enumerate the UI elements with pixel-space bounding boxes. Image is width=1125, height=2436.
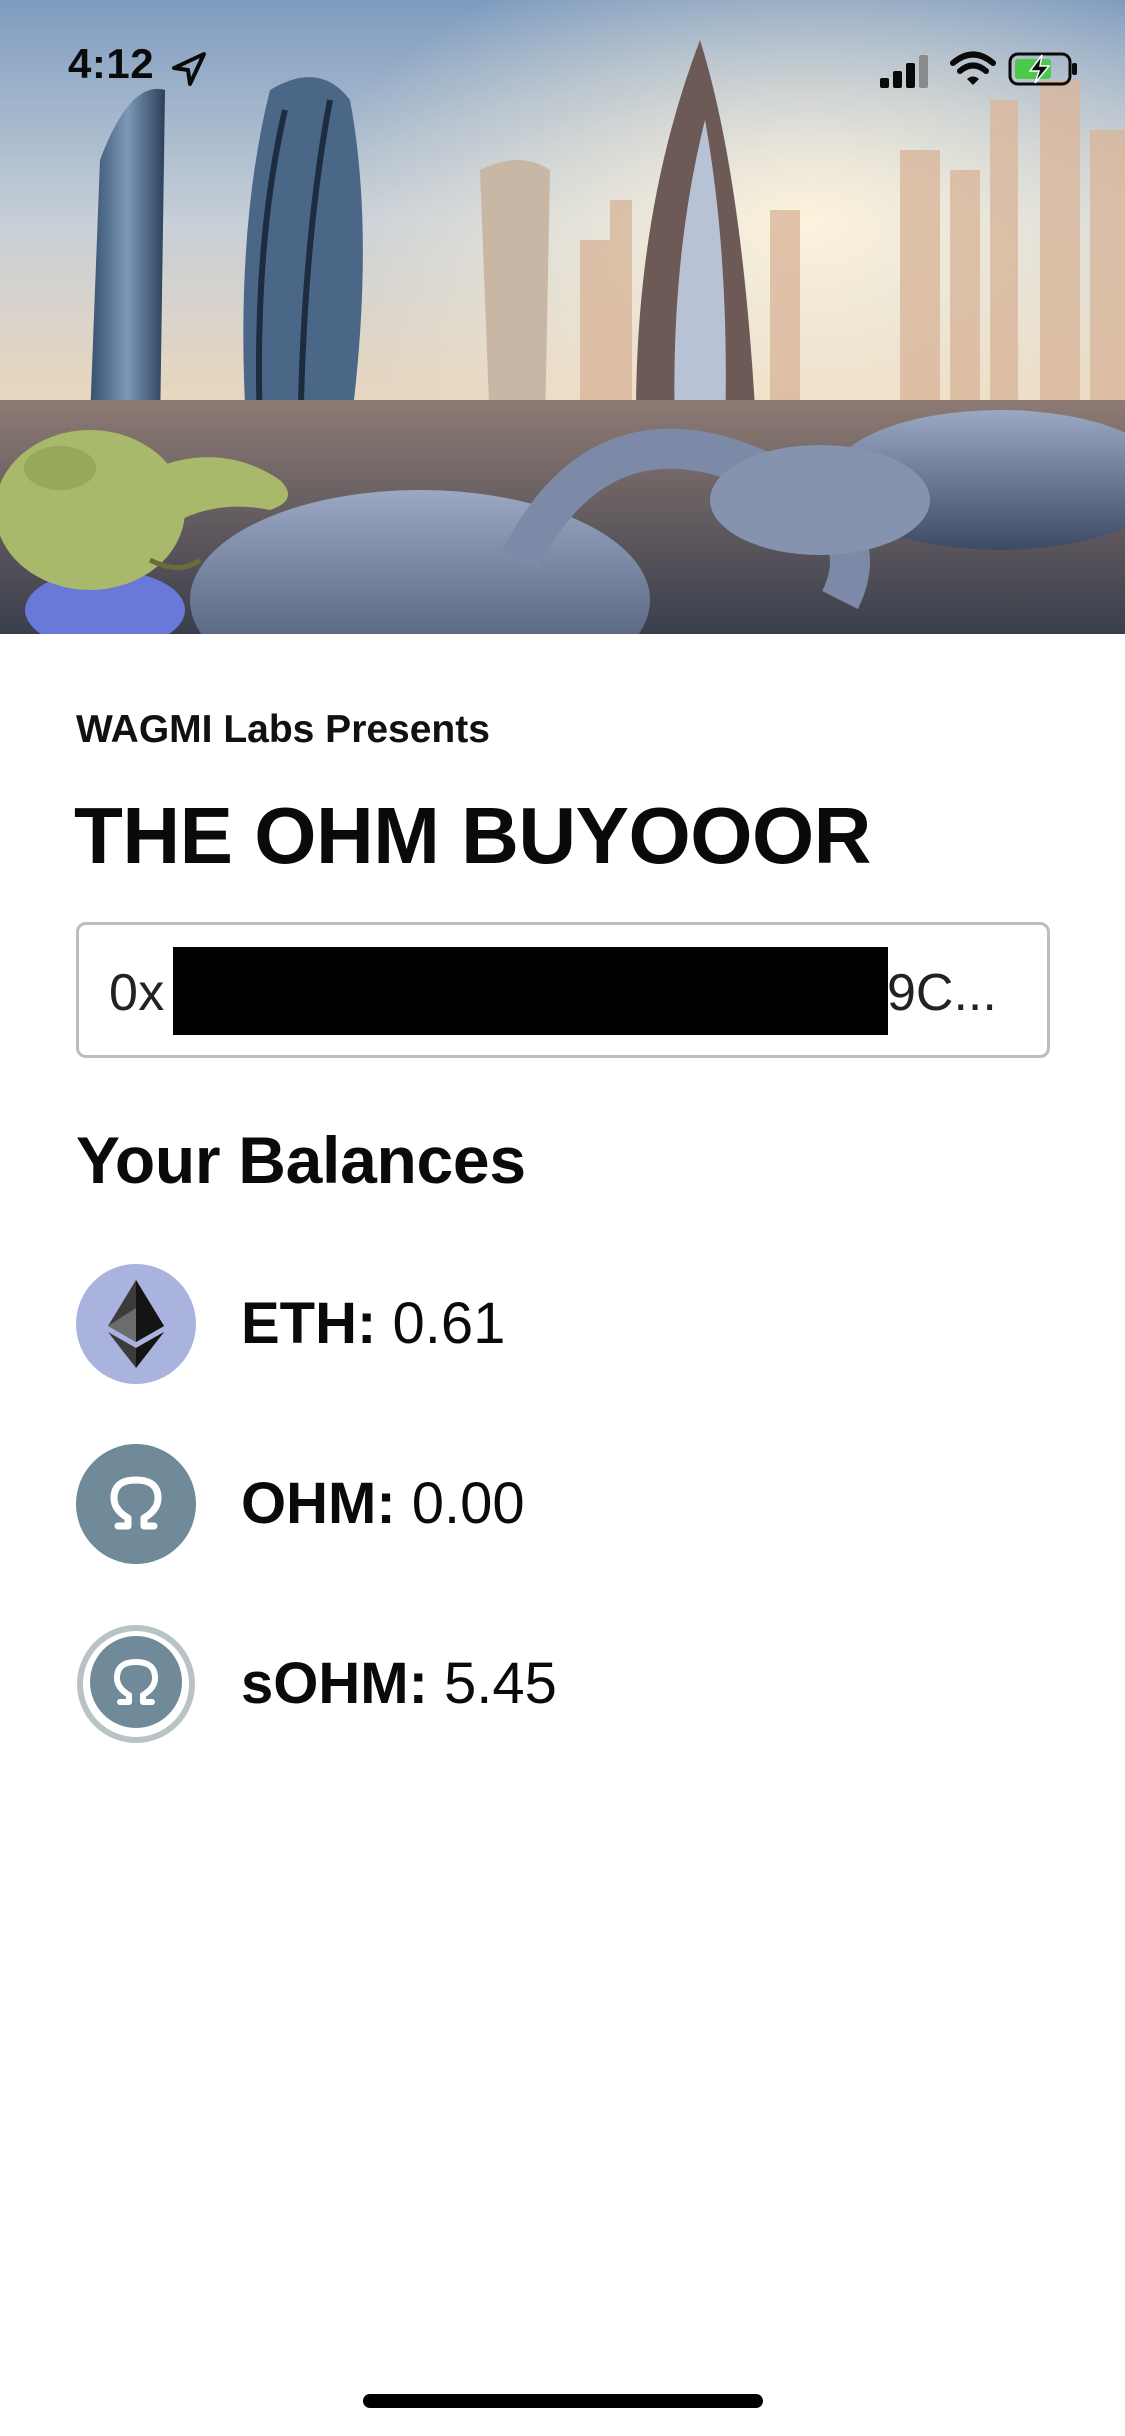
signal-icon — [880, 55, 928, 88]
balance-text: OHM: 0.00 — [241, 1470, 525, 1537]
app-screen: 4:12 WAGMI Labs Presents THE OHM BUYOOOR… — [0, 0, 1125, 2436]
balance-symbol: sOHM: — [241, 1651, 428, 1716]
balance-value: 0.61 — [392, 1291, 506, 1356]
ohm-icon — [76, 1444, 196, 1564]
address-redaction-block — [173, 947, 888, 1035]
balance-symbol: OHM: — [241, 1471, 396, 1536]
status-time: 4:12 — [68, 40, 155, 87]
home-indicator[interactable] — [363, 2394, 763, 2408]
balance-text: ETH: 0.61 — [241, 1290, 505, 1357]
balance-row-sohm: sOHM: 5.45 — [76, 1624, 976, 1744]
presents-subtitle: WAGMI Labs Presents — [76, 708, 490, 751]
wifi-icon — [950, 51, 996, 85]
wallet-address-field[interactable]: 0x 9C... — [76, 922, 1050, 1058]
status-bar: 4:12 — [0, 0, 1125, 136]
page-title: THE OHM BUYOOOR — [74, 791, 871, 880]
battery-charging-icon — [1008, 52, 1077, 86]
balance-row-eth: ETH: 0.61 — [76, 1264, 976, 1384]
balance-value: 0.00 — [411, 1471, 525, 1536]
balances-heading: Your Balances — [76, 1123, 526, 1197]
sohm-icon — [77, 1625, 195, 1743]
balance-row-ohm: OHM: 0.00 — [76, 1444, 976, 1564]
location-arrow-icon — [172, 52, 206, 86]
balance-value: 5.45 — [444, 1651, 557, 1716]
address-suffix: 9C... — [887, 964, 997, 1022]
balance-symbol: ETH: — [241, 1291, 377, 1356]
address-prefix: 0x — [109, 964, 165, 1022]
eth-icon — [76, 1264, 196, 1384]
balance-text: sOHM: 5.45 — [241, 1650, 557, 1717]
